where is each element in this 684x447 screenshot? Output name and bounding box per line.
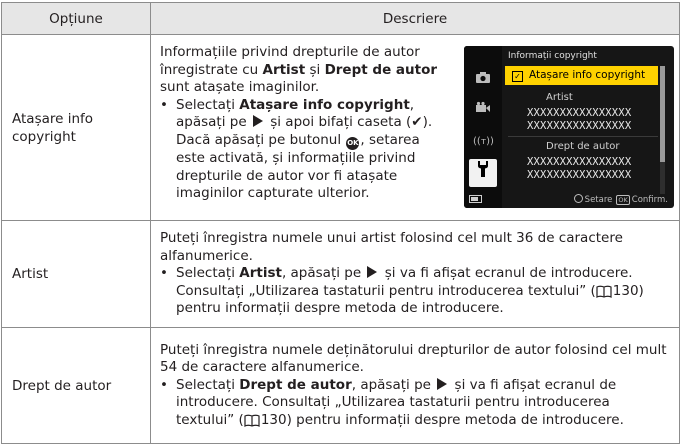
table-row: Drept de autor Puteți înregistra numele … [1,327,680,444]
option-label: Drept de autor [1,327,151,444]
battery-icon [469,195,482,203]
movie-icon [473,100,493,120]
description-bullet: • Selectați Atașare info copyright, apăs… [160,96,433,202]
book-icon [596,285,612,298]
description-intro: Informațiile privind drepturile de autor… [160,44,438,96]
description-intro: Puteți înregistra numele unui artist fol… [160,230,623,264]
description-bullet: • Selectați Drept de autor, apăsați pe ș… [160,376,624,428]
artist-value-line: XXXXXXXXXXXXXXXX [527,120,632,132]
table-row: Artist Puteți înregistra numele unui art… [1,220,680,328]
artist-value-line: XXXXXXXXXXXXXXXX [527,107,632,119]
screen-title: Informații copyright [508,51,597,61]
header-option: Opțiune [1,2,151,35]
header-description: Descriere [150,2,680,35]
description-bullet: • Selectați Artist, apăsați pe și va fi … [160,265,644,317]
description-intro: Puteți înregistra numele deținătorului d… [160,341,667,376]
option-description: Puteți înregistra numele deținătorului d… [150,327,680,444]
option-label: Artist [1,220,151,328]
copyright-value-line: XXXXXXXXXXXXXXXX [527,169,632,181]
wireless-icon: ((ᴛ)) [473,136,494,147]
multi-selector-icon [573,194,583,203]
screen-footer: Setare OK Confirm. [573,194,668,205]
ok-key-icon: OK [616,195,630,205]
right-arrow-icon [437,377,448,390]
wrench-icon [469,159,497,187]
book-icon [244,414,260,427]
camera-icon [473,70,493,90]
option-description: Puteți înregistra numele unui artist fol… [150,220,680,328]
right-arrow-icon [367,266,378,279]
divider [508,136,658,137]
option-label: Atașare info copyright [1,34,151,221]
copyright-value-line: XXXXXXXXXXXXXXXX [527,156,632,168]
right-arrow-icon [252,115,263,128]
camera-screen-illustration: ((ᴛ)) Informații copyright ✓ Atașare info… [464,46,674,208]
check-icon: ✔ [411,114,423,131]
ok-button-icon: OK [346,136,360,150]
copyright-label: Drept de autor [546,141,620,152]
scrollbar-thumb [660,66,665,162]
artist-label: Artist [546,92,573,103]
checkbox-icon: ✓ [512,71,523,82]
table-header-row: Opțiune Descriere [1,2,680,35]
attach-copyright-menu-item: ✓ Atașare info copyright [505,66,658,85]
